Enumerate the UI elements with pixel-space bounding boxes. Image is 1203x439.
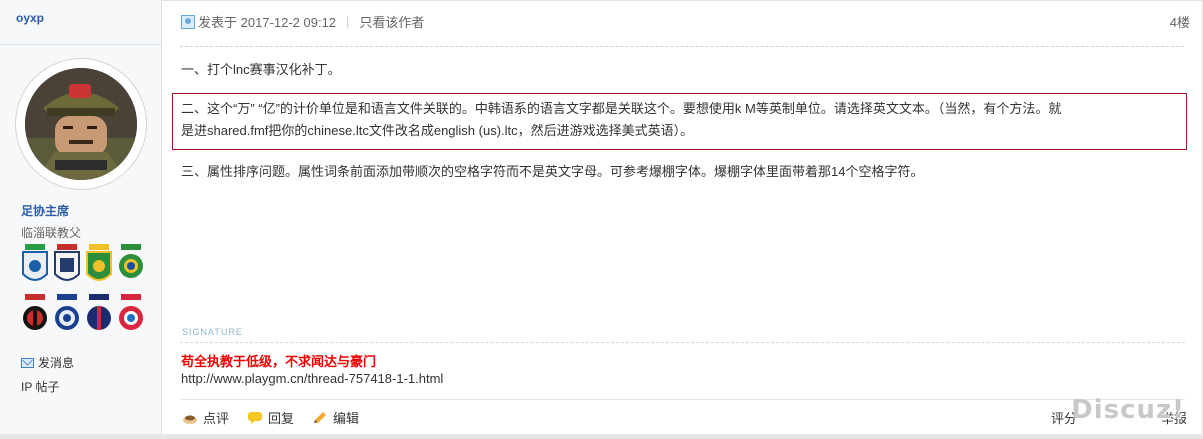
discuz-watermark: Discuz!: [1071, 395, 1185, 425]
comment-button[interactable]: 点评: [182, 408, 229, 427]
avatar-frame: [15, 58, 147, 190]
online-status-icon: [181, 14, 195, 29]
bottom-strip: [0, 434, 1203, 439]
signature-divider: [180, 342, 1185, 343]
pencil-icon: [314, 411, 327, 423]
post-paragraph-2-line-1: 二、这个“万” “亿”的计价单位是和语言文件关联的。中韩语系的语言文字都是关联这…: [181, 101, 1062, 116]
avatar[interactable]: [25, 68, 137, 180]
header-divider: [180, 46, 1184, 47]
user-group-subtitle: 临淄联教父: [21, 226, 82, 240]
chelsea-medal-icon[interactable]: [54, 294, 80, 340]
italy-medal-icon[interactable]: [22, 244, 48, 290]
brazil-medal-icon[interactable]: [118, 244, 144, 290]
edit-button[interactable]: 编辑: [312, 408, 359, 427]
author-sidebar: oyxp 足协主席 临淄联教父 发消息 IP 帖子: [0, 0, 162, 439]
ip-posts-link[interactable]: IP 帖子: [21, 378, 59, 395]
post-actions: 点评 回复 编辑: [182, 408, 359, 427]
author-username[interactable]: oyxp: [16, 11, 44, 25]
signature-motto: 苟全执教于低级，不求闻达与豪门: [181, 354, 377, 369]
only-author-link[interactable]: 只看该作者: [359, 12, 424, 31]
envelope-icon: [21, 357, 34, 368]
post-paragraph-3: 三、属性排序问题。属性词条前面添加带顺次的空格字符而不是英文字母。可参考爆棚字体…: [181, 164, 924, 179]
post-body: 发表于 2017-12-2 09:12 | 只看该作者 4楼 一、打个lnc赛事…: [162, 0, 1203, 439]
post-paragraph-1: 一、打个lnc赛事汉化补丁。: [181, 62, 341, 77]
signature-label: SIGNATURE: [182, 327, 243, 337]
post-paragraph-2-line-2: 是进shared.fmf把你的chinese.ltc文件改名成english (…: [181, 123, 694, 138]
brazil-gold-medal-icon[interactable]: [86, 244, 112, 290]
speech-bubble-icon: [248, 411, 263, 424]
ac-milan-medal-icon[interactable]: [22, 294, 48, 340]
psg-medal-icon[interactable]: [86, 294, 112, 340]
edit-label: 编辑: [333, 411, 360, 426]
england-medal-icon[interactable]: [54, 244, 80, 290]
ip-posts-label: IP 帖子: [21, 380, 60, 394]
floor-number[interactable]: 4楼: [1170, 12, 1190, 31]
meta-separator: |: [346, 14, 350, 29]
send-message-label: 发消息: [38, 356, 75, 370]
footer-divider: [180, 399, 1185, 400]
post-meta: 发表于 2017-12-2 09:12 | 只看该作者: [181, 12, 424, 31]
bayern-medal-icon[interactable]: [118, 294, 144, 340]
send-message-link[interactable]: 发消息: [21, 354, 74, 371]
coffee-cup-icon: [183, 415, 197, 424]
reply-button[interactable]: 回复: [247, 408, 294, 427]
comment-label: 点评: [203, 411, 230, 426]
user-group-title[interactable]: 足协主席: [21, 202, 69, 219]
highlighted-paragraph: 二、这个“万” “亿”的计价单位是和语言文件关联的。中韩语系的语言文字都是关联这…: [172, 93, 1187, 150]
reply-label: 回复: [268, 411, 295, 426]
sidebar-divider: [0, 44, 161, 45]
signature-url[interactable]: http://www.playgm.cn/thread-757418-1-1.h…: [181, 371, 443, 386]
posted-at: 发表于 2017-12-2 09:12: [198, 15, 337, 30]
